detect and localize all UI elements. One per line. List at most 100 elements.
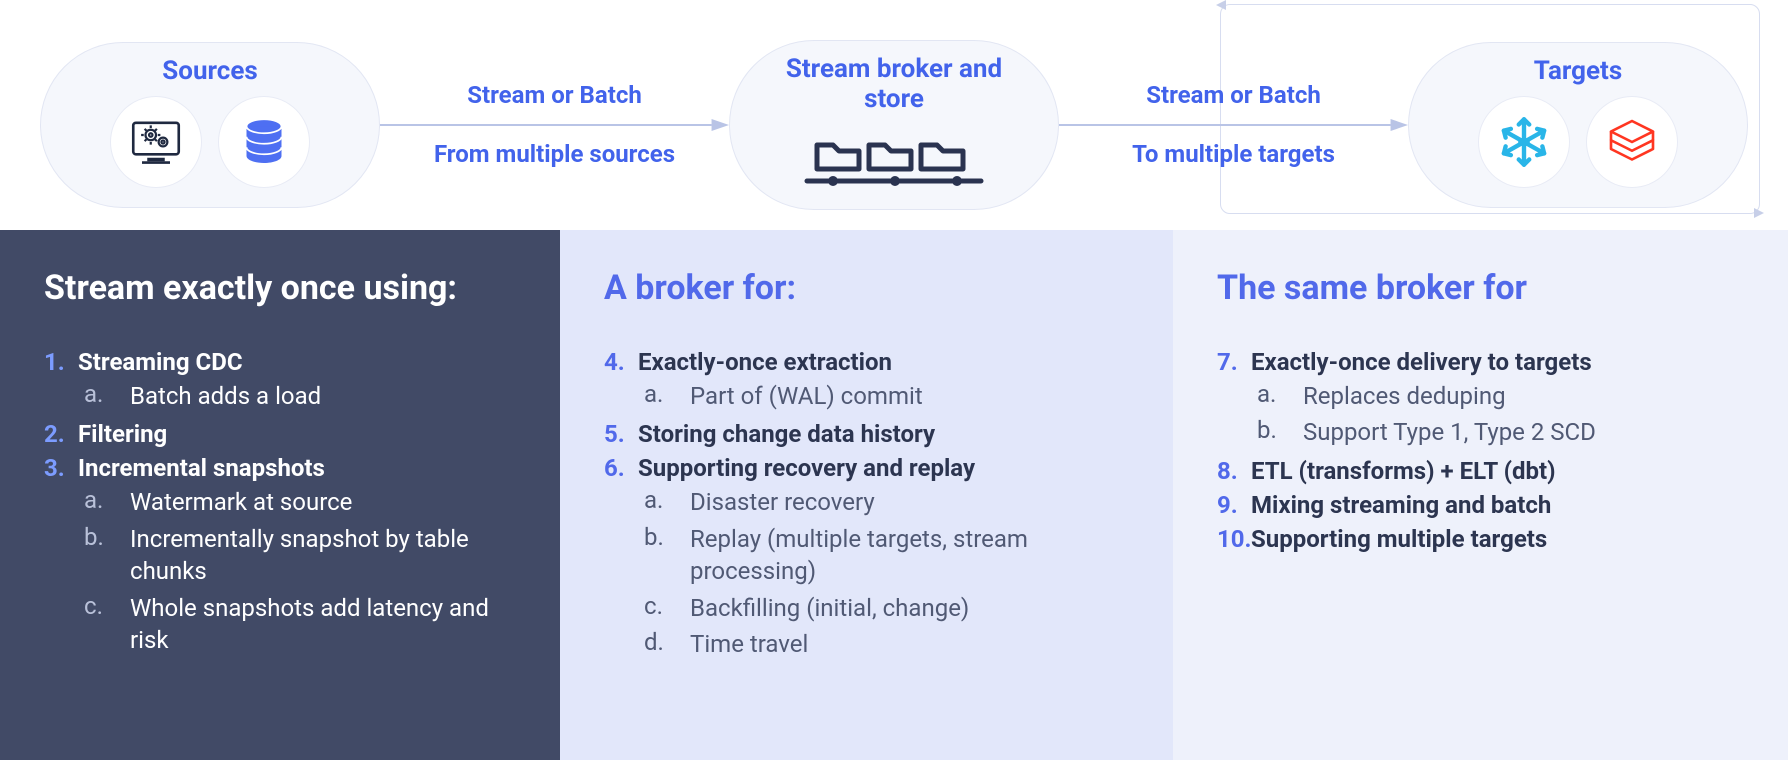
sub-item: c.Backfilling (initial, change) — [644, 592, 1129, 624]
sub-item: b.Incrementally snapshot by table chunks — [84, 523, 516, 588]
list-item: 5.Storing change data history — [604, 420, 1129, 448]
sub-letter: a. — [1257, 380, 1303, 408]
sub-text: Batch adds a load — [130, 380, 516, 412]
item-number: 5. — [604, 420, 638, 448]
sub-list: a.Watermark at sourceb.Incrementally sna… — [84, 486, 516, 656]
sub-text: Watermark at source — [130, 486, 516, 518]
broker-title: Stream broker and store — [774, 55, 1014, 115]
arrow-right-icon — [380, 116, 729, 134]
item-number: 2. — [44, 420, 78, 448]
sub-item: b.Replay (multiple targets, stream proce… — [644, 523, 1129, 588]
sub-list: a.Batch adds a load — [84, 380, 516, 412]
list-item: 9.Mixing streaming and batch — [1217, 491, 1744, 519]
item-number: 9. — [1217, 491, 1251, 519]
sub-text: Disaster recovery — [690, 486, 1129, 518]
list-item: 7.Exactly-once delivery to targets a.Repl… — [1217, 348, 1744, 449]
col2-list: 4.Exactly-once extractiona.Part of (WAL)… — [604, 348, 1129, 660]
loop-arrow-out-icon — [1753, 207, 1765, 219]
sub-list: a.Part of (WAL) commit — [644, 380, 1129, 412]
target-databricks-circle — [1587, 97, 1677, 187]
col3-list: 7.Exactly-once delivery to targets a.Repl… — [1217, 348, 1744, 553]
sub-item: a.Part of (WAL) commit — [644, 380, 1129, 412]
arrow2-top-label: Stream or Batch — [1146, 81, 1321, 110]
snowflake-icon — [1496, 114, 1552, 170]
item-text: Streaming CDC — [78, 348, 243, 376]
sub-item: b.Support Type 1, Type 2 SCD — [1257, 416, 1744, 448]
sub-letter: c. — [84, 592, 130, 620]
item-text: Supporting recovery and replay — [638, 454, 975, 482]
list-item: 1.Streaming CDC a.Batch adds a load — [44, 348, 516, 412]
item-text: Mixing streaming and batch — [1251, 491, 1551, 519]
sub-letter: b. — [84, 523, 130, 551]
target-snowflake-circle — [1479, 97, 1569, 187]
item-number: 6. — [604, 454, 638, 482]
list-item: 10.Supporting multiple targets — [1217, 525, 1744, 553]
sub-item: a.Replaces deduping — [1257, 380, 1744, 412]
item-number: 10. — [1217, 525, 1251, 553]
sub-letter: b. — [1257, 416, 1303, 444]
list-item: 8.ETL (transforms) + ELT (dbt) — [1217, 457, 1744, 485]
sub-letter: a. — [644, 486, 690, 514]
sub-text: Replay (multiple targets, stream process… — [690, 523, 1129, 588]
sub-text: Time travel — [690, 628, 1129, 660]
databricks-icon — [1604, 114, 1660, 170]
item-text: Storing change data history — [638, 420, 935, 448]
arrow2-bottom-label: To multiple targets — [1132, 140, 1335, 169]
sources-title: Sources — [162, 57, 257, 87]
sub-text: Support Type 1, Type 2 SCD — [1303, 416, 1744, 448]
sub-text: Backfilling (initial, change) — [690, 592, 1129, 624]
sub-letter: b. — [644, 523, 690, 551]
computer-gears-icon — [128, 114, 184, 170]
item-number: 7. — [1217, 348, 1251, 376]
col1-list: 1.Streaming CDCa.Batch adds a load2.Filt… — [44, 348, 516, 656]
arrow-sources-to-broker: Stream or Batch From multiple sources — [380, 81, 729, 169]
sub-item: a.Disaster recovery — [644, 486, 1129, 518]
targets-title: Targets — [1534, 57, 1622, 87]
item-number: 8. — [1217, 457, 1251, 485]
sub-text: Replaces deduping — [1303, 380, 1744, 412]
targets-pill: Targets — [1408, 42, 1748, 208]
list-item: 3.Incremental snapshots a.Watermark at so… — [44, 454, 516, 656]
item-text: Supporting multiple targets — [1251, 525, 1547, 553]
source-app-circle — [111, 97, 201, 187]
item-number: 1. — [44, 348, 78, 376]
list-item: 4.Exactly-once extraction a.Part of (WAL)… — [604, 348, 1129, 412]
loop-arrow-in-icon — [1215, 0, 1227, 11]
sub-letter: c. — [644, 592, 690, 620]
sub-text: Whole snapshots add latency and risk — [130, 592, 516, 657]
col3-heading: The same broker for — [1217, 268, 1744, 308]
columns-row: Stream exactly once using: 1.Streaming C… — [0, 230, 1788, 760]
item-number: 4. — [604, 348, 638, 376]
sources-pill: Sources — [40, 42, 380, 208]
arrow1-top-label: Stream or Batch — [467, 81, 642, 110]
sub-letter: a. — [644, 380, 690, 408]
sub-letter: a. — [84, 486, 130, 514]
list-item: 2.Filtering — [44, 420, 516, 448]
column-same-broker: The same broker for 7.Exactly-once deliv… — [1173, 230, 1788, 760]
item-text: Incremental snapshots — [78, 454, 325, 482]
flow-row: Sources — [0, 0, 1788, 230]
sub-text: Part of (WAL) commit — [690, 380, 1129, 412]
sub-letter: d. — [644, 628, 690, 656]
database-icon — [236, 114, 292, 170]
arrow-right-icon — [1059, 116, 1408, 134]
broker-pill: Stream broker and store — [729, 40, 1059, 210]
sub-item: a.Watermark at source — [84, 486, 516, 518]
arrow1-bottom-label: From multiple sources — [434, 140, 675, 169]
item-text: Filtering — [78, 420, 167, 448]
sub-item: a.Batch adds a load — [84, 380, 516, 412]
column-stream-once: Stream exactly once using: 1.Streaming C… — [0, 230, 560, 760]
sub-item: c.Whole snapshots add latency and risk — [84, 592, 516, 657]
column-broker-for: A broker for: 4.Exactly-once extractiona… — [560, 230, 1173, 760]
sub-letter: a. — [84, 380, 130, 408]
list-item: 6.Supporting recovery and replay a.Disast… — [604, 454, 1129, 660]
item-text: ETL (transforms) + ELT (dbt) — [1251, 457, 1556, 485]
item-text: Exactly-once extraction — [638, 348, 892, 376]
item-number: 3. — [44, 454, 78, 482]
sub-list: a.Disaster recoveryb.Replay (multiple ta… — [644, 486, 1129, 660]
sub-text: Incrementally snapshot by table chunks — [130, 523, 516, 588]
arrow-broker-to-targets: Stream or Batch To multiple targets — [1059, 81, 1408, 169]
item-text: Exactly-once delivery to targets — [1251, 348, 1592, 376]
source-db-circle — [219, 97, 309, 187]
sub-list: a.Replaces dedupingb.Support Type 1, Typ… — [1257, 380, 1744, 449]
